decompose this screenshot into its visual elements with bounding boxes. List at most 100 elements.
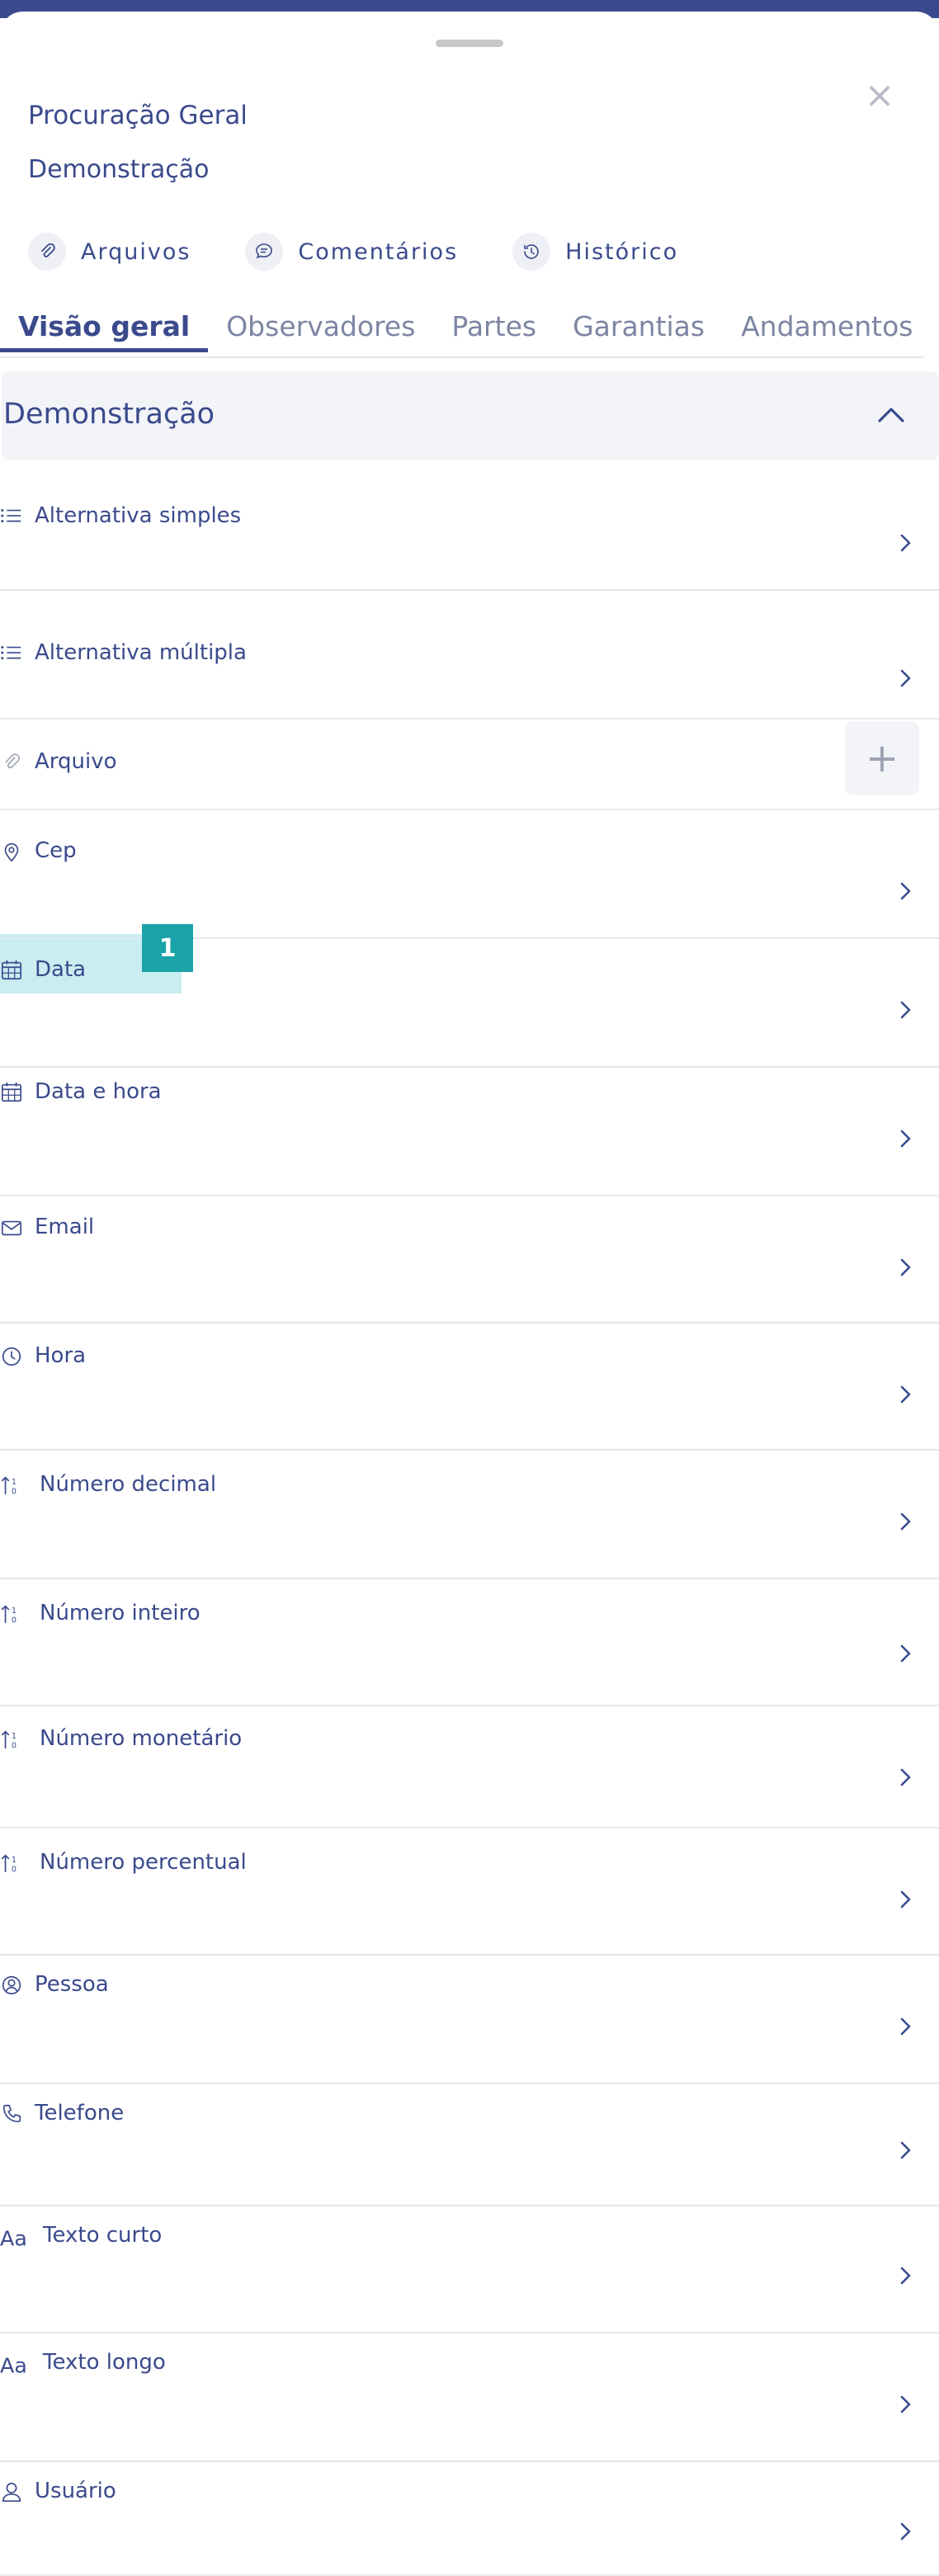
paperclip-icon	[0, 751, 23, 774]
chevron-up-icon	[878, 408, 904, 422]
calendar-icon	[0, 1081, 23, 1104]
tab-overview[interactable]: Visão geral	[0, 310, 209, 352]
sheet-grab-handle[interactable]	[436, 40, 503, 47]
comments-button[interactable]: Comentários	[245, 233, 458, 271]
calendar-icon	[0, 959, 23, 982]
history-icon	[512, 233, 551, 271]
chevron-right-icon[interactable]	[898, 1383, 914, 1406]
field-row[interactable]: Alternativa simples	[0, 460, 939, 591]
chevron-right-icon[interactable]	[898, 2015, 914, 2038]
list-icon	[0, 505, 23, 528]
sort-numeric-icon: 10	[0, 1602, 23, 1625]
paperclip-icon	[28, 233, 66, 271]
field-row[interactable]: Telefone	[0, 2083, 939, 2206]
svg-text:1: 1	[12, 1856, 17, 1865]
field-label: Usuário	[35, 2479, 116, 2503]
person-circle-icon	[0, 1974, 23, 1997]
files-button[interactable]: Arquivos	[28, 233, 191, 271]
field-row[interactable]: Email	[0, 1195, 939, 1323]
chevron-right-icon[interactable]	[898, 2393, 914, 2416]
add-file-button[interactable]: +	[845, 721, 919, 795]
field-label: Alternativa simples	[35, 503, 242, 528]
chevron-right-icon[interactable]	[898, 531, 914, 554]
field-label: Data e hora	[35, 1079, 162, 1104]
envelope-icon	[0, 1216, 23, 1239]
page-subtitle: Demonstração	[28, 155, 210, 184]
section-header-demonstracao[interactable]: Demonstração	[2, 371, 939, 460]
sort-numeric-icon: 10	[0, 1474, 23, 1497]
field-label: Número decimal	[40, 1472, 217, 1497]
chevron-right-icon[interactable]	[898, 998, 914, 1021]
svg-text:1: 1	[12, 1606, 17, 1616]
field-row[interactable]: Data	[0, 937, 939, 1068]
history-button[interactable]: Histórico	[512, 233, 678, 271]
svg-text:Aa: Aa	[0, 2225, 27, 2250]
chevron-right-icon[interactable]	[898, 1256, 914, 1279]
field-row[interactable]: 1 0 Número percentual	[0, 1827, 939, 1956]
field-row[interactable]: Cep	[0, 809, 939, 939]
chevron-right-icon[interactable]	[898, 2139, 914, 2162]
chevron-right-icon[interactable]	[898, 667, 914, 690]
user-icon	[0, 2480, 23, 2503]
tab-progress[interactable]: Andamentos	[741, 310, 913, 351]
chevron-right-icon[interactable]	[898, 1888, 914, 1911]
field-label: Alternativa múltipla	[35, 640, 247, 665]
chevron-right-icon[interactable]	[898, 880, 914, 903]
field-row[interactable]: Pessoa	[0, 1954, 939, 2084]
chevron-right-icon[interactable]	[898, 1510, 914, 1533]
field-label: Hora	[35, 1343, 87, 1368]
field-label: Pessoa	[35, 1972, 109, 1997]
field-row[interactable]: Aa Texto longo	[0, 2332, 939, 2462]
close-icon[interactable]: ×	[863, 78, 896, 114]
tab-guarantees[interactable]: Garantias	[573, 310, 705, 351]
text-icon: Aa	[0, 2225, 31, 2250]
chevron-right-icon[interactable]	[898, 1642, 914, 1665]
field-row[interactable]: 1 0 Número inteiro	[0, 1578, 939, 1706]
svg-text:1: 1	[12, 1732, 17, 1741]
svg-text:1: 1	[12, 1478, 17, 1487]
field-row[interactable]: 1 0 Número decimal	[0, 1449, 939, 1579]
svg-text:0: 0	[12, 1487, 17, 1496]
field-label: Texto longo	[43, 2350, 166, 2375]
action-bar: Arquivos Comentários Histórico	[28, 233, 733, 271]
phone-icon	[0, 2102, 23, 2125]
comments-button-label: Comentários	[298, 238, 459, 265]
chevron-right-icon[interactable]	[898, 1766, 914, 1789]
annotation-badge: 1	[142, 924, 193, 972]
svg-text:0: 0	[12, 1616, 17, 1625]
field-row[interactable]: Alternativa múltipla	[0, 589, 939, 719]
field-row[interactable]: Aa Texto curto	[0, 2205, 939, 2333]
field-row[interactable]: Usuário	[0, 2460, 939, 2576]
svg-text:0: 0	[12, 1741, 17, 1750]
field-row[interactable]: Hora	[0, 1322, 939, 1451]
chevron-right-icon[interactable]	[898, 1127, 914, 1150]
section-title: Demonstração	[3, 398, 215, 431]
comment-icon	[245, 233, 284, 271]
field-label: Arquivo	[35, 749, 117, 774]
field-label: Texto curto	[43, 2223, 163, 2248]
list-icon	[0, 642, 23, 665]
field-label: Número monetário	[40, 1726, 243, 1751]
location-pin-icon	[0, 840, 23, 863]
tab-observers[interactable]: Observadores	[226, 310, 415, 351]
field-row[interactable]: Data e hora	[0, 1066, 939, 1196]
chevron-right-icon[interactable]	[898, 2264, 914, 2287]
text-icon: Aa	[0, 2352, 31, 2377]
field-label: Cep	[35, 838, 77, 863]
page-title: Procuração Geral	[28, 101, 248, 130]
field-row[interactable]: 1 0 Número monetário	[0, 1705, 939, 1828]
chevron-right-icon[interactable]	[898, 2520, 914, 2543]
files-button-label: Arquivos	[81, 238, 191, 265]
field-label: Número percentual	[40, 1850, 247, 1875]
field-label: Email	[35, 1215, 95, 1239]
field-label: Data	[35, 957, 87, 982]
history-button-label: Histórico	[565, 238, 679, 265]
sort-numeric-icon: 10	[0, 1728, 23, 1751]
tab-bar: Visão geral Observadores Partes Garantias An…	[0, 310, 924, 358]
sort-numeric-icon: 10	[0, 1852, 23, 1875]
tab-parties[interactable]: Partes	[451, 310, 536, 351]
svg-text:Aa: Aa	[0, 2352, 27, 2377]
svg-text:0: 0	[12, 1865, 17, 1874]
field-row[interactable]: Arquivo +	[0, 718, 939, 810]
field-label: Número inteiro	[40, 1601, 201, 1625]
